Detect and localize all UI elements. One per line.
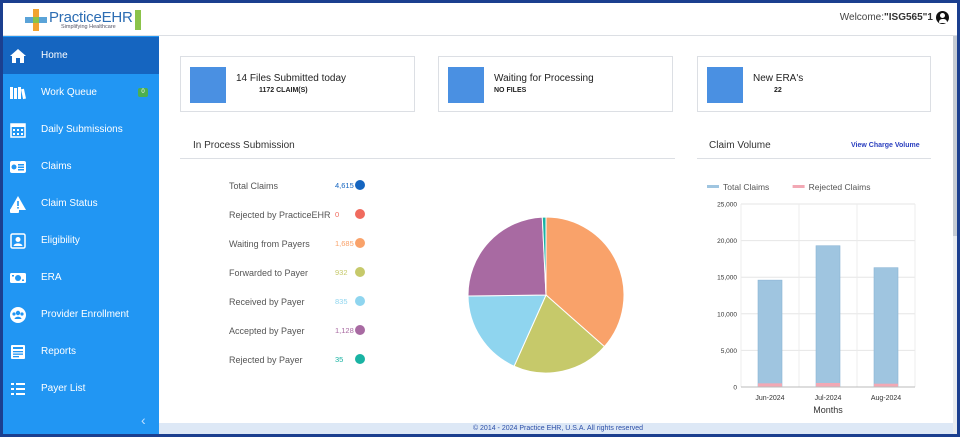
pie-slice[interactable] [467,216,547,297]
welcome-label: Welcome: [839,12,885,23]
logo-name: PracticeEHR [49,8,133,26]
y-tick-label: 20,000 [717,238,737,245]
y-tick-label: 10,000 [717,311,737,318]
stat-value: 0 [335,210,340,219]
stat-label: Total Claims [229,181,279,191]
card-icon [190,67,226,103]
main-content: 14 Files Submitted today 1172 CLAIM(S) W… [159,36,957,423]
username: "ISG565"1 [884,12,933,23]
stat-dot [355,209,365,219]
sidebar-collapse-icon[interactable]: ‹ [141,412,146,428]
id-card-icon [9,232,27,250]
sidebar-item-payer-list[interactable]: Payer List [3,370,159,407]
users-icon [9,306,27,324]
x-tick-label: Aug-2024 [871,395,901,402]
bar-total-claims[interactable] [873,267,899,388]
warning-dollar-icon [9,195,27,213]
work-queue-badge: 0 [138,88,148,97]
sidebar-item-eligibility[interactable]: Eligibility [3,222,159,259]
legend-label: Rejected Claims [809,182,871,192]
welcome-text: Welcome:"ISG565"1 [840,12,933,23]
money-icon [9,269,27,287]
stat-value: 35 [335,355,344,364]
new-eras-card[interactable]: New ERA's 22 [697,56,931,112]
home-icon [9,47,27,65]
y-tick-label: 0 [733,385,737,392]
bar-total-claims[interactable] [757,279,783,388]
stat-dot [355,267,365,277]
y-tick-label: 5,000 [721,348,738,355]
stat-row: Rejected by Payer 35 [229,354,369,369]
footer: © 2014 - 2024 Practice EHR, U.S.A. All r… [159,423,957,434]
page-scrollbar[interactable] [953,36,957,434]
view-charge-volume-link[interactable]: View Charge Volume [851,142,920,149]
legend-label: Total Claims [723,182,769,192]
sidebar-item-provider-enrollment[interactable]: Provider Enrollment [3,296,159,333]
claim-volume-bar-chart: Total Claims Rejected Claims 0 5,000 10,000 1… [707,182,916,415]
x-axis-label: Months [813,405,843,415]
list-icon [9,380,27,398]
stat-row: Forwarded to Payer 932 [229,267,369,282]
stat-dot [355,325,365,335]
books-icon [9,84,27,102]
stat-value: 1,685 [335,239,354,248]
card-icon [448,67,484,103]
card-icon [707,67,743,103]
x-tick-label: Jun-2024 [755,395,784,402]
app-frame: PracticeEHR Simplifying Healthcare Welco… [3,3,957,434]
waiting-processing-card[interactable]: Waiting for Processing NO FILES [438,56,673,112]
chart-legend: Total Claims Rejected Claims [707,182,870,192]
stat-row: Received by Payer 835 [229,296,369,311]
logo-mark-icon [134,10,141,30]
sidebar-item-claims[interactable]: Claims [3,148,159,185]
divider [697,158,931,159]
stat-label: Forwarded to Payer [229,268,309,278]
stat-row: Rejected by PracticeEHR 0 [229,209,369,224]
stat-dot [355,238,365,248]
logo[interactable]: PracticeEHR Simplifying Healthcare [25,7,141,33]
divider [180,158,675,159]
stat-dot [355,354,365,364]
stat-dot [355,296,365,306]
logo-cross-icon [25,9,47,31]
stat-row: Accepted by Payer 1,128 [229,325,369,340]
bar-total-claims[interactable] [815,245,841,388]
y-tick-label: 15,000 [717,275,737,282]
sidebar-item-reports[interactable]: Reports [3,333,159,370]
sidebar-item-era[interactable]: ERA [3,259,159,296]
legend-swatch [707,185,719,188]
stat-value: 835 [335,297,348,306]
files-submitted-card[interactable]: 14 Files Submitted today 1172 CLAIM(S) [180,56,415,112]
sidebar-item-home[interactable]: Home [3,37,159,74]
sidebar-item-work-queue[interactable]: Work Queue 0 [3,74,159,111]
in-process-pie-chart [467,216,625,374]
sidebar-item-daily-submissions[interactable]: Daily Submissions [3,111,159,148]
stat-value: 4,615 [335,181,354,190]
stat-label: Waiting from Payers [229,239,310,249]
stat-label: Rejected by PracticeEHR [229,210,331,220]
stat-value: 932 [335,268,348,277]
sidebar: Home Work Queue 0 Daily Submissions Clai… [3,36,159,434]
sidebar-item-claim-status[interactable]: Claim Status [3,185,159,222]
stat-label: Rejected by Payer [229,355,303,365]
bar-rejected-claims[interactable] [816,382,840,387]
x-tick-label: Jul-2024 [815,395,842,402]
user-account-icon[interactable] [936,11,949,24]
claims-list-icon [9,158,27,176]
legend-swatch [792,185,805,188]
in-process-title: In Process Submission [193,140,295,151]
stat-row: Waiting from Payers 1,685 [229,238,369,253]
claim-volume-title: Claim Volume [709,140,771,151]
stat-label: Received by Payer [229,297,305,307]
top-header: PracticeEHR Simplifying Healthcare Welco… [3,3,957,36]
stat-dot [355,180,365,190]
stat-value: 1,128 [335,326,354,335]
bar-rejected-claims[interactable] [758,383,782,387]
calendar-icon [9,121,27,139]
report-icon [9,343,27,361]
stat-label: Accepted by Payer [229,326,305,336]
y-tick-label: 25,000 [717,202,737,209]
stat-row: Total Claims 4,615 [229,180,369,195]
